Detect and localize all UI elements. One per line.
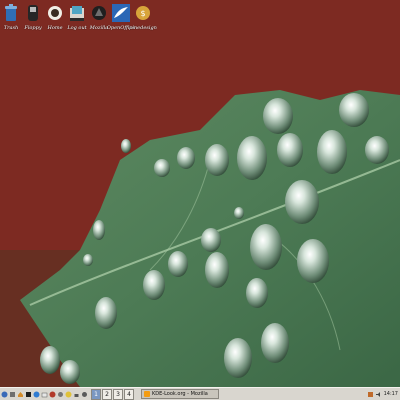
taskbar-window-title: KDE-Look.org - Mozilla (152, 391, 208, 397)
mozilla-window-icon (144, 391, 150, 397)
svg-text:$: $ (140, 9, 145, 18)
kde-menu-icon[interactable] (1, 390, 8, 399)
system-tray: 14:17 (366, 390, 398, 399)
clock[interactable]: 14:17 (384, 391, 398, 397)
mozilla-icon (90, 2, 108, 24)
desktop: Trash Floppy Home Log out Mozilla OpenOf… (0, 0, 400, 387)
help-icon[interactable] (65, 390, 72, 399)
volume-icon[interactable] (375, 390, 382, 399)
desktop-icon-label: Trash (3, 25, 19, 31)
desktop-icon-home[interactable]: Home (44, 2, 66, 31)
desktop-icons: Trash Floppy Home Log out Mozilla OpenOf… (0, 2, 157, 31)
kmail-icon[interactable] (41, 390, 48, 399)
desktop-icon-trash[interactable]: Trash (0, 2, 22, 31)
home-icon (46, 2, 64, 24)
klipper-icon[interactable] (367, 390, 374, 399)
kicker-panel: 1 2 3 4 KDE-Look.org - Mozilla 14:17 (0, 387, 400, 400)
settings-icon[interactable] (57, 390, 64, 399)
desktop-icon-pinedesign[interactable]: $ pinedesign (129, 2, 157, 31)
desktop-icon-label: Log out (67, 25, 87, 31)
konqueror-icon[interactable] (33, 390, 40, 399)
desktop-icon-label: pinedesign (129, 25, 157, 31)
pager-desktop-2[interactable]: 2 (102, 388, 112, 400)
pinedesign-icon: $ (134, 2, 152, 24)
pager-desktop-3[interactable]: 3 (113, 388, 123, 400)
desktop-pager: 1 2 3 4 (91, 388, 135, 400)
openoffice-icon (112, 2, 130, 24)
desktop-icon-label: Home (47, 25, 63, 31)
pager-desktop-4[interactable]: 4 (124, 388, 134, 400)
desktop-icon-logout[interactable]: Log out (66, 2, 88, 31)
konsole-icon[interactable] (25, 390, 32, 399)
logout-icon[interactable] (81, 390, 88, 399)
logout-icon (68, 2, 86, 24)
trash-icon (2, 2, 20, 24)
desktop-icon-floppy[interactable]: Floppy (22, 2, 44, 31)
wallpaper-leaf-with-water-drops (0, 0, 400, 387)
taskbar-window-button[interactable]: KDE-Look.org - Mozilla (141, 389, 219, 399)
home-folder-icon[interactable] (17, 390, 24, 399)
lock-icon[interactable] (73, 390, 80, 399)
pager-desktop-1[interactable]: 1 (91, 388, 101, 400)
desktop-icon-label: Mozilla (89, 25, 109, 31)
mozilla-launcher-icon[interactable] (49, 390, 56, 399)
floppy-icon (24, 2, 42, 24)
show-desktop-icon[interactable] (9, 390, 16, 399)
desktop-icon-label: Floppy (24, 25, 42, 31)
